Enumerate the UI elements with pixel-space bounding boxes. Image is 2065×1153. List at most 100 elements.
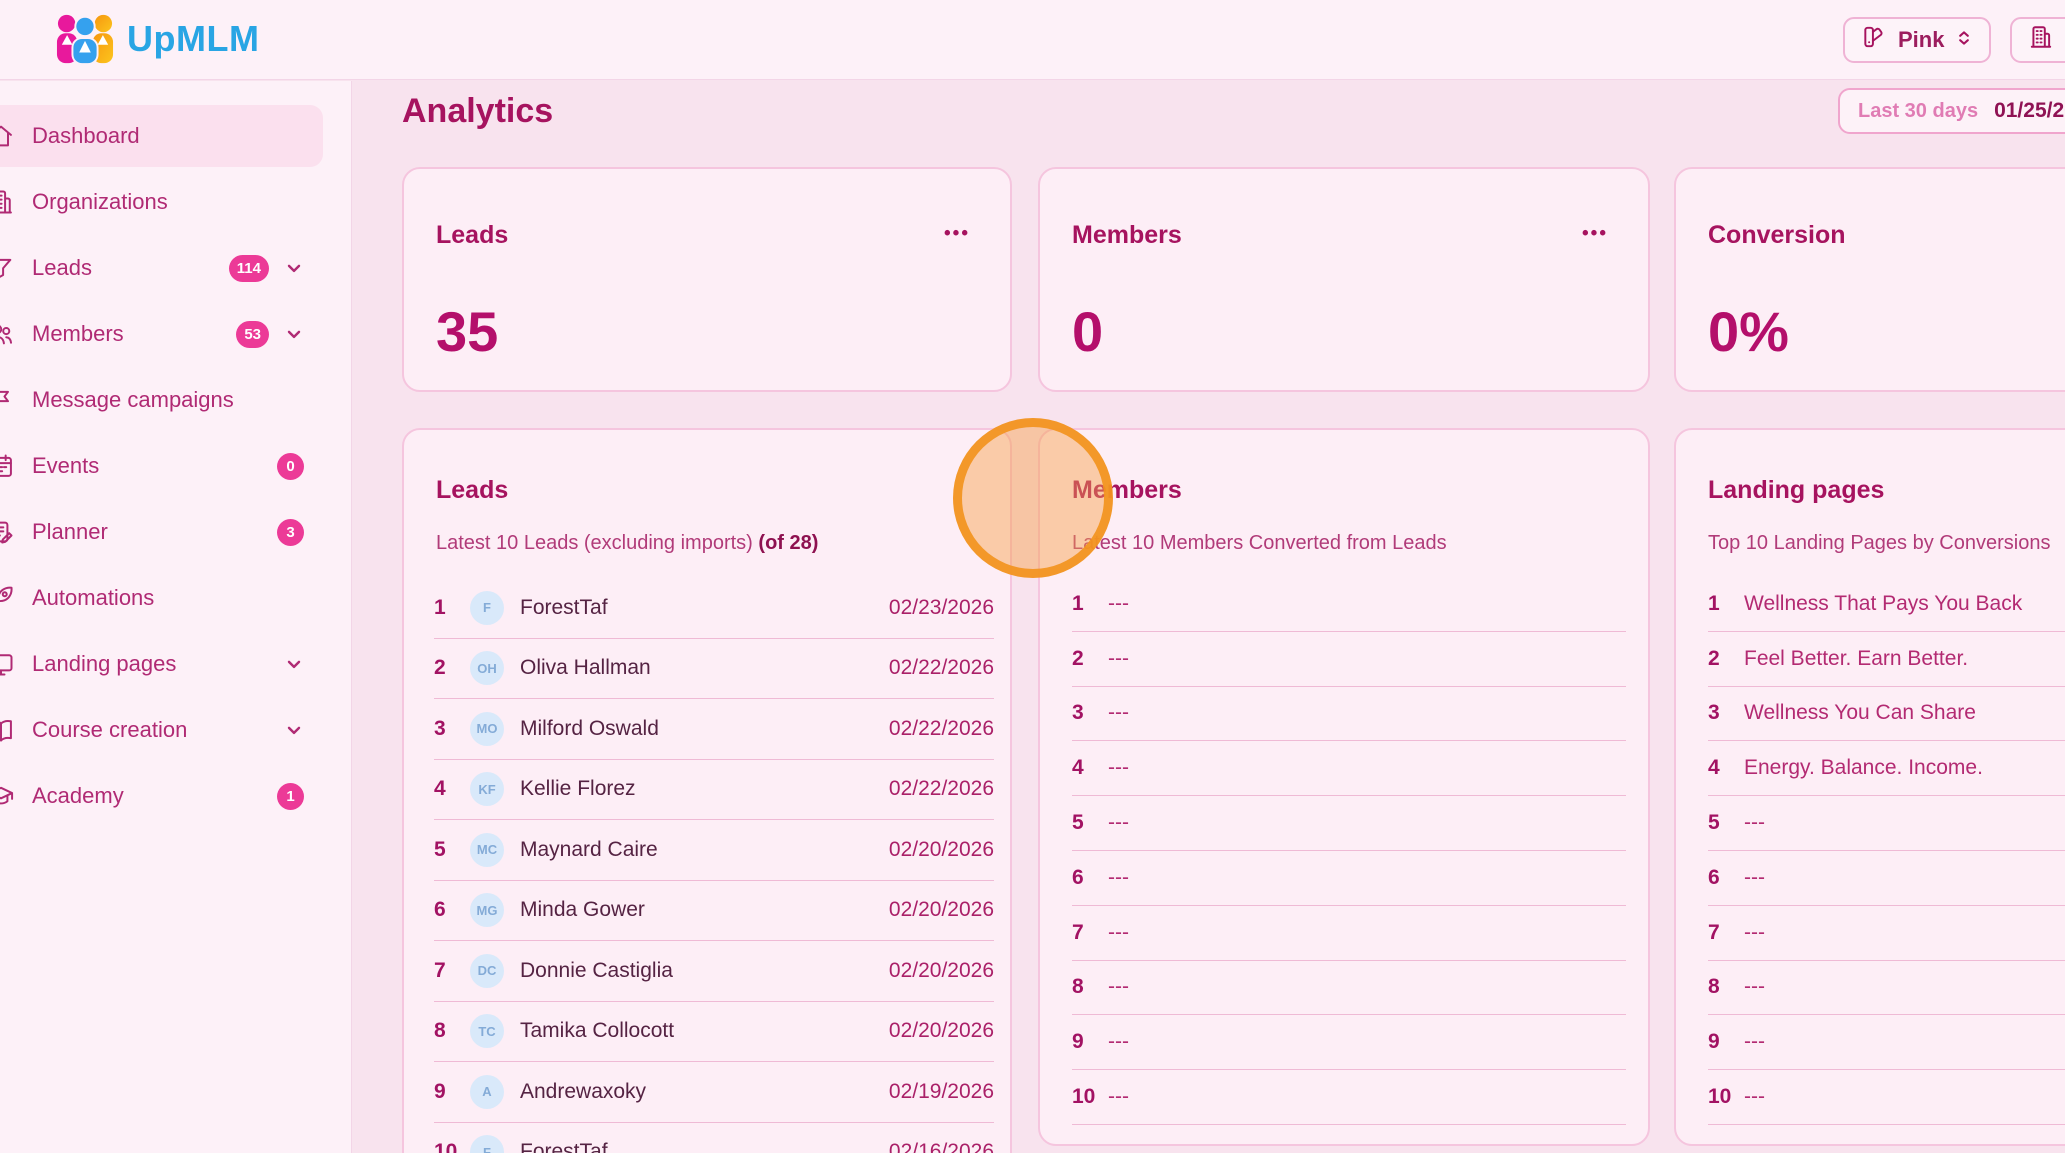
sidebar-item-message-campaigns[interactable]: Message campaigns bbox=[0, 369, 323, 431]
count-badge: 114 bbox=[229, 255, 269, 282]
ellipsis-menu-icon[interactable]: ••• bbox=[1582, 223, 1608, 245]
row-number: 8 bbox=[434, 1019, 470, 1043]
lead-row[interactable]: 7 DC Donnie Castiglia 02/20/2026 bbox=[434, 941, 994, 1002]
topbar: UpMLM Pink bbox=[0, 0, 2065, 80]
sidebar-item-planner[interactable]: Planner 3 bbox=[0, 501, 323, 563]
sidebar-item-academy[interactable]: Academy 1 bbox=[0, 765, 323, 827]
sidebar-item-members[interactable]: Members 53 bbox=[0, 303, 323, 365]
sidebar-item-label: Planner bbox=[32, 519, 108, 545]
lead-row[interactable]: 10 F ForestTaf 02/16/2026 bbox=[434, 1123, 994, 1153]
avatar: A bbox=[470, 1075, 504, 1109]
lead-name: Kellie Florez bbox=[520, 777, 889, 801]
lead-date: 02/23/2026 bbox=[889, 596, 994, 620]
avatar: MC bbox=[470, 833, 504, 867]
member-row: 7 --- bbox=[1072, 906, 1626, 961]
building-icon bbox=[2028, 24, 2054, 56]
building-icon bbox=[0, 188, 15, 216]
planner-icon bbox=[0, 518, 15, 546]
landing-page-title: Energy. Balance. Income. bbox=[1744, 756, 2065, 780]
theme-selector-button[interactable]: Pink bbox=[1843, 17, 1991, 63]
row-number: 8 bbox=[1072, 975, 1108, 999]
chevron-down-icon bbox=[284, 324, 304, 344]
list-subtitle: Latest 10 Members Converted from Leads bbox=[1072, 532, 1447, 555]
row-number: 10 bbox=[1072, 1085, 1108, 1109]
landing-page-row[interactable]: 3 Wellness You Can Share bbox=[1708, 687, 2065, 742]
leads-list-card: Leads Latest 10 Leads (excluding imports… bbox=[402, 428, 1012, 1153]
landing-page-row[interactable]: 1 Wellness That Pays You Back bbox=[1708, 577, 2065, 632]
landing-page-title: Wellness That Pays You Back bbox=[1744, 592, 2065, 616]
sidebar-item-landing-pages[interactable]: Landing pages bbox=[0, 633, 323, 695]
card-title: Leads bbox=[436, 221, 508, 250]
row-number: 9 bbox=[1708, 1030, 1744, 1054]
sidebar-item-events[interactable]: Events 0 bbox=[0, 435, 323, 497]
member-name: --- bbox=[1108, 1085, 1626, 1109]
lead-row[interactable]: 8 TC Tamika Collocott 02/20/2026 bbox=[434, 1002, 994, 1063]
chevron-down-icon bbox=[284, 720, 304, 740]
card-title: Conversion bbox=[1708, 221, 1846, 250]
organization-button[interactable]: U bbox=[2010, 17, 2065, 63]
lead-name: Minda Gower bbox=[520, 898, 889, 922]
lead-row[interactable]: 6 MG Minda Gower 02/20/2026 bbox=[434, 881, 994, 942]
member-row: 8 --- bbox=[1072, 961, 1626, 1016]
avatar: KF bbox=[470, 772, 504, 806]
home-icon bbox=[0, 122, 15, 150]
lead-date: 02/20/2026 bbox=[889, 1019, 994, 1043]
academy-icon bbox=[0, 782, 15, 810]
people-icon bbox=[0, 320, 15, 348]
lead-date: 02/16/2026 bbox=[889, 1140, 994, 1153]
lead-name: ForestTaf bbox=[520, 596, 889, 620]
avatar: F bbox=[470, 591, 504, 625]
megaphone-icon bbox=[0, 386, 15, 414]
member-name: --- bbox=[1108, 811, 1626, 835]
rocket-icon bbox=[0, 584, 15, 612]
leads-rows: 1 F ForestTaf 02/23/2026 2 OH Oliva Hall… bbox=[434, 578, 994, 1153]
lead-row[interactable]: 2 OH Oliva Hallman 02/22/2026 bbox=[434, 639, 994, 700]
sidebar-item-dashboard[interactable]: Dashboard bbox=[0, 105, 323, 167]
sidebar-item-leads[interactable]: Leads 114 bbox=[0, 237, 323, 299]
count-badge: 1 bbox=[277, 783, 304, 810]
row-number: 3 bbox=[434, 717, 470, 741]
upmlm-logo[interactable]: UpMLM bbox=[56, 13, 259, 65]
avatar: MG bbox=[470, 893, 504, 927]
member-name: --- bbox=[1108, 647, 1626, 671]
ellipsis-menu-icon[interactable]: ••• bbox=[944, 223, 970, 245]
row-number: 7 bbox=[434, 959, 470, 983]
sidebar-item-organizations[interactable]: Organizations bbox=[0, 171, 323, 233]
member-name: --- bbox=[1108, 592, 1626, 616]
sidebar-item-automations[interactable]: Automations bbox=[0, 567, 323, 629]
landing-page-row: 8 --- bbox=[1708, 961, 2065, 1016]
landing-page-row: 10 --- bbox=[1708, 1070, 2065, 1125]
row-number: 5 bbox=[1072, 811, 1108, 835]
sidebar-item-course-creation[interactable]: Course creation bbox=[0, 699, 323, 761]
landing-page-title: --- bbox=[1744, 1085, 2065, 1109]
lead-row[interactable]: 4 KF Kellie Florez 02/22/2026 bbox=[434, 760, 994, 821]
swatch-icon bbox=[1861, 24, 1887, 56]
landing-page-row[interactable]: 4 Energy. Balance. Income. bbox=[1708, 741, 2065, 796]
member-row: 6 --- bbox=[1072, 851, 1626, 906]
logo-text: UpMLM bbox=[127, 18, 259, 60]
landing-page-title: --- bbox=[1744, 921, 2065, 945]
date-range-filter[interactable]: Last 30 days 01/25/20 bbox=[1838, 88, 2065, 134]
lead-row[interactable]: 1 F ForestTaf 02/23/2026 bbox=[434, 578, 994, 639]
date-range-preset: Last 30 days bbox=[1858, 100, 1978, 123]
member-row: 10 --- bbox=[1072, 1070, 1626, 1125]
landing-page-row[interactable]: 2 Feel Better. Earn Better. bbox=[1708, 632, 2065, 687]
row-number: 4 bbox=[434, 777, 470, 801]
members-count: 0 bbox=[1072, 299, 1103, 364]
row-number: 9 bbox=[1072, 1030, 1108, 1054]
sidebar: Dashboard Organizations Leads 114 bbox=[0, 81, 352, 1153]
member-row: 5 --- bbox=[1072, 796, 1626, 851]
lead-name: ForestTaf bbox=[520, 1140, 889, 1153]
lead-row[interactable]: 5 MC Maynard Caire 02/20/2026 bbox=[434, 820, 994, 881]
member-row: 2 --- bbox=[1072, 632, 1626, 687]
row-number: 3 bbox=[1708, 701, 1744, 725]
lead-row[interactable]: 3 MO Milford Oswald 02/22/2026 bbox=[434, 699, 994, 760]
avatar: F bbox=[470, 1135, 504, 1153]
list-subtitle: Top 10 Landing Pages by Conversions bbox=[1708, 532, 2050, 555]
calendar-icon bbox=[0, 452, 15, 480]
lead-row[interactable]: 9 A Andrewaxoky 02/19/2026 bbox=[434, 1062, 994, 1123]
row-number: 6 bbox=[1708, 866, 1744, 890]
member-name: --- bbox=[1108, 1030, 1626, 1054]
row-number: 5 bbox=[434, 838, 470, 862]
row-number: 1 bbox=[434, 596, 470, 620]
